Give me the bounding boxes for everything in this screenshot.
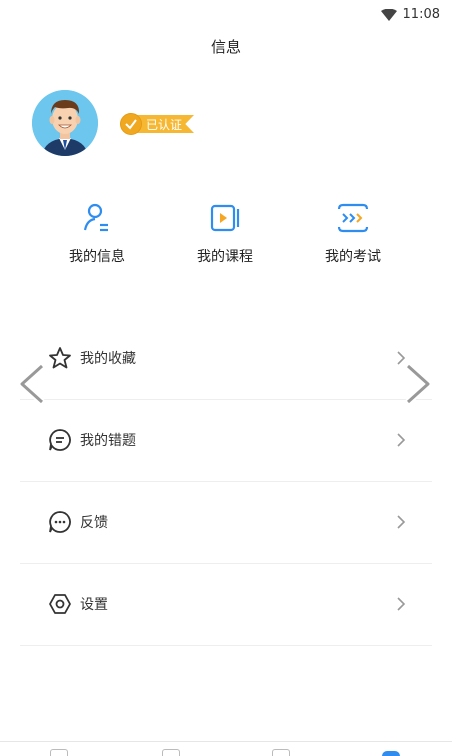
quick-link-label: 我的考试: [325, 249, 381, 265]
tab-profile-icon[interactable]: [382, 751, 400, 756]
chevron-right-icon: [397, 433, 406, 447]
wifi-icon: [380, 8, 397, 21]
menu-item-favorites[interactable]: 我的收藏: [20, 318, 432, 400]
menu-item-settings[interactable]: 设置: [20, 564, 432, 646]
page-title: 信息: [210, 38, 241, 56]
user-info-icon: [83, 203, 108, 232]
menu-item-label: 我的收藏: [80, 351, 136, 367]
video-course-icon: [210, 204, 240, 232]
next-page-arrow[interactable]: [402, 362, 436, 406]
exam-icon: [337, 203, 369, 233]
quick-link-label: 我的课程: [197, 249, 253, 265]
avatar-illustration: [32, 90, 98, 156]
tab-home-icon[interactable]: [50, 749, 68, 756]
verified-badge-label: 已认证: [146, 118, 183, 132]
menu-item-label: 我的错题: [80, 433, 136, 449]
tab-course-icon[interactable]: [162, 749, 180, 756]
menu-item-label: 设置: [80, 597, 108, 613]
status-time: 11:08: [402, 7, 440, 22]
avatar[interactable]: [32, 90, 98, 156]
previous-page-arrow[interactable]: [14, 362, 48, 406]
check-medal-icon: [120, 113, 142, 135]
menu-item-label: 反馈: [80, 515, 108, 531]
chevron-right-icon: [397, 515, 406, 529]
quick-links: 我的信息 我的课程 我的考试: [0, 200, 452, 270]
menu-item-feedback[interactable]: 反馈: [20, 482, 432, 564]
quick-link-my-info[interactable]: 我的信息: [42, 200, 152, 266]
verified-badge: 已认证: [118, 112, 196, 136]
menu-list: 我的收藏 我的错题 反馈 设置: [20, 318, 432, 646]
star-icon: [49, 347, 71, 369]
menu-item-wrong-questions[interactable]: 我的错题: [20, 400, 432, 482]
quick-link-my-courses[interactable]: 我的课程: [170, 200, 280, 266]
quick-link-my-exams[interactable]: 我的考试: [298, 200, 408, 266]
tab-exam-icon[interactable]: [272, 749, 290, 756]
chat-list-icon: [49, 429, 71, 451]
bottom-tab-bar: [0, 741, 452, 756]
feedback-icon: [49, 511, 71, 533]
status-bar: 11:08: [0, 0, 452, 30]
quick-link-label: 我的信息: [69, 249, 125, 265]
chevron-right-icon: [397, 597, 406, 611]
settings-icon: [49, 594, 71, 614]
